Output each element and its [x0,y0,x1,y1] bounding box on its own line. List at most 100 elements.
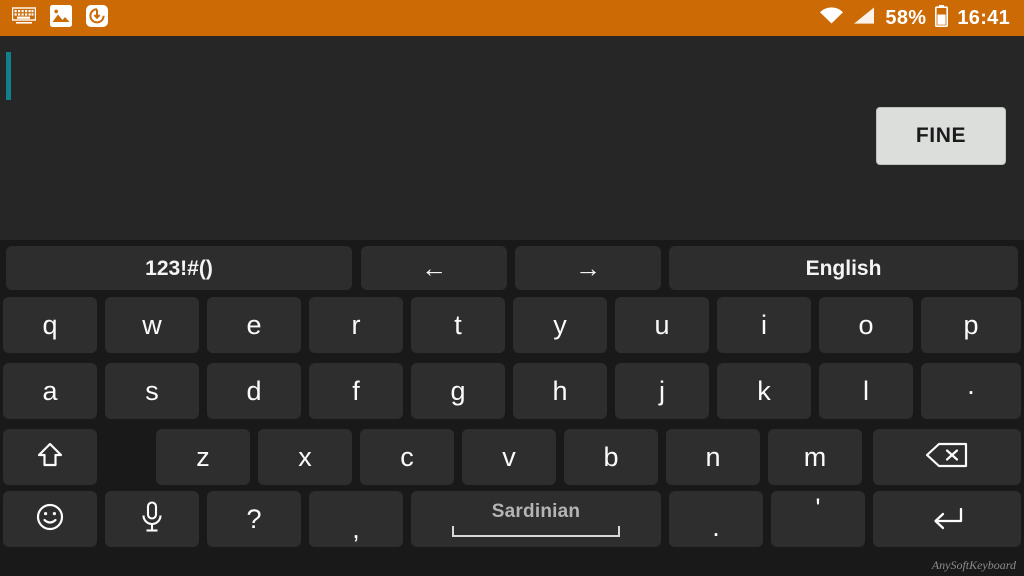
key-a-label: a [42,375,58,406]
enter-icon [925,502,969,537]
key-c[interactable]: c [360,429,454,485]
key-f-label: f [352,375,360,406]
key-j-label: j [659,375,665,406]
phone-screen: 58% 16:41 FINE 123!#() ← → English q w e… [0,0,1024,576]
key-t-label: t [454,309,462,340]
key-s[interactable]: s [105,363,199,419]
key-middot[interactable]: · [921,363,1021,419]
key-o[interactable]: o [819,297,913,353]
text-caret [6,52,11,100]
key-middot-label: · [966,375,976,406]
backspace-icon [924,440,970,475]
status-bar: 58% 16:41 [0,0,1024,36]
apostrophe-key[interactable]: ' [771,491,865,547]
shift-key[interactable] [3,429,97,485]
download-circle-icon [86,4,108,32]
smiley-icon [34,501,66,538]
key-i-label: i [761,309,767,340]
microphone-key[interactable] [105,491,199,547]
space-key[interactable]: Sardinian [411,491,661,547]
key-a[interactable]: a [3,363,97,419]
key-y[interactable]: y [513,297,607,353]
key-d-label: d [246,375,262,406]
question-key-label: ? [246,503,262,534]
key-i[interactable]: i [717,297,811,353]
signal-icon [853,6,876,30]
key-k[interactable]: k [717,363,811,419]
language-key-label: English [805,256,882,280]
fine-button[interactable]: FINE [876,107,1006,165]
status-bar-system-icons: 58% 16:41 [819,0,1010,36]
key-z[interactable]: z [156,429,250,485]
arrow-right-key[interactable]: → [515,246,661,290]
wifi-icon [819,6,844,30]
key-n[interactable]: n [666,429,760,485]
period-key[interactable]: . [669,491,763,547]
arrow-left-icon: ← [421,253,447,283]
key-h[interactable]: h [513,363,607,419]
space-key-content: Sardinian [446,502,626,537]
key-p-label: p [963,309,979,340]
key-w[interactable]: w [105,297,199,353]
microphone-icon [138,500,166,539]
key-y-label: y [553,309,567,340]
key-o-label: o [858,309,874,340]
key-v[interactable]: v [462,429,556,485]
enter-key[interactable] [873,491,1021,547]
key-s-label: s [145,375,159,406]
key-m-label: m [803,441,827,472]
space-key-language-label: Sardinian [491,500,581,522]
key-j[interactable]: j [615,363,709,419]
key-d[interactable]: d [207,363,301,419]
key-c-label: c [400,441,414,472]
comma-key-label: , [352,514,360,544]
key-x-label: x [298,441,312,472]
shift-icon [35,440,65,475]
emoji-key[interactable] [3,491,97,547]
key-l-label: l [863,375,869,406]
key-x[interactable]: x [258,429,352,485]
comma-key[interactable]: , [309,491,403,547]
key-g-label: g [450,375,466,406]
key-w-label: w [142,309,162,340]
key-q[interactable]: q [3,297,97,353]
key-g[interactable]: g [411,363,505,419]
key-f[interactable]: f [309,363,403,419]
arrow-left-key[interactable]: ← [361,246,507,290]
question-key[interactable]: ? [207,491,301,547]
key-h-label: h [552,375,568,406]
image-icon [50,4,72,32]
spacebar-indicator [452,525,620,537]
key-z-label: z [196,441,210,472]
status-bar-notification-icons [11,4,108,32]
symbols-key[interactable]: 123!#() [6,246,352,290]
key-b[interactable]: b [564,429,658,485]
arrow-right-icon: → [575,253,601,283]
key-n-label: n [705,441,721,472]
clock-label: 16:41 [957,7,1010,29]
on-screen-keyboard: 123!#() ← → English q w e r t y u i o p [0,240,1024,576]
key-e-label: e [246,309,262,340]
key-t[interactable]: t [411,297,505,353]
apostrophe-key-label: ' [815,493,821,523]
key-u[interactable]: u [615,297,709,353]
symbols-key-label: 123!#() [145,256,213,280]
battery-percent-label: 58% [885,7,927,29]
key-r[interactable]: r [309,297,403,353]
key-v-label: v [502,441,516,472]
text-input-area[interactable]: FINE [0,36,1024,262]
battery-icon [935,4,949,32]
keyboard-icon [11,6,37,30]
key-k-label: k [757,375,771,406]
key-r-label: r [351,309,361,340]
backspace-key[interactable] [873,429,1021,485]
period-key-label: . [712,512,720,542]
key-p[interactable]: p [921,297,1021,353]
key-b-label: b [603,441,619,472]
language-key[interactable]: English [669,246,1018,290]
key-q-label: q [42,309,58,340]
app-watermark: AnySoftKeyboard [931,558,1016,572]
key-m[interactable]: m [768,429,862,485]
key-e[interactable]: e [207,297,301,353]
key-l[interactable]: l [819,363,913,419]
